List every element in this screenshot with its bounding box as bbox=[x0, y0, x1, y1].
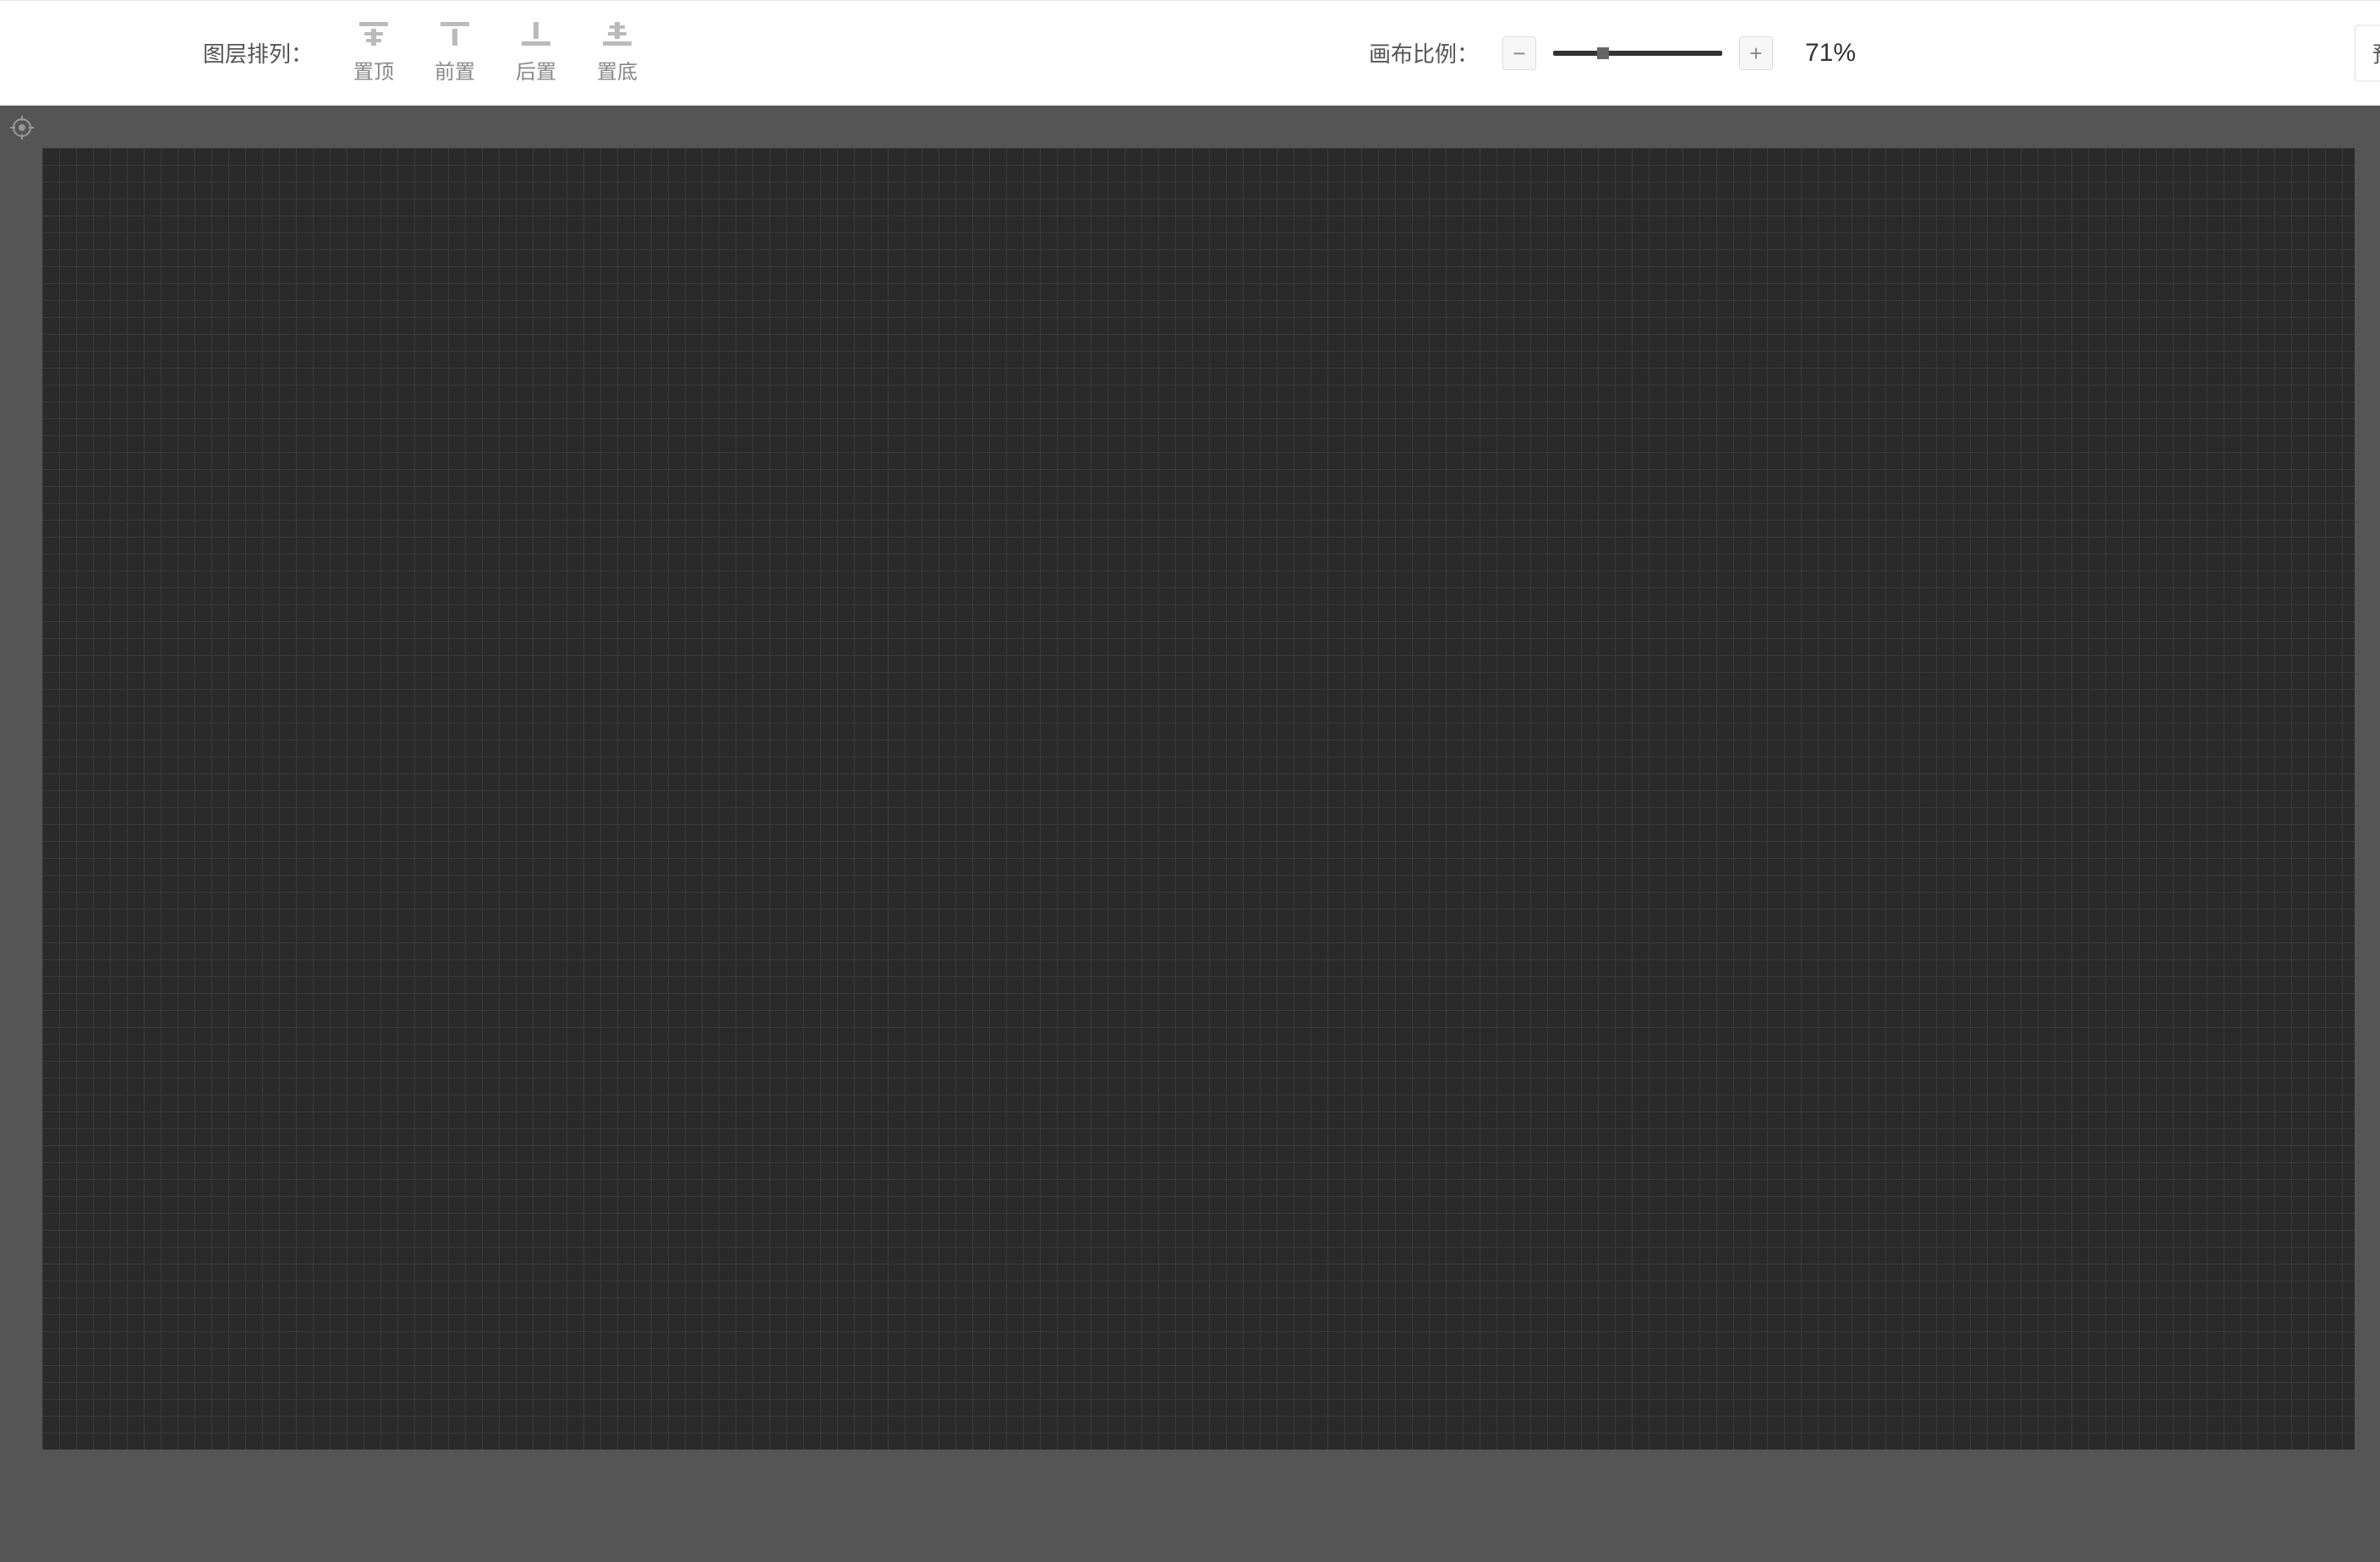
preview-button-label: 预 bbox=[2372, 41, 2380, 67]
zoom-section: 画布比例： − + 71% bbox=[1369, 36, 1856, 70]
zoom-slider-handle[interactable] bbox=[1597, 47, 1609, 59]
zoom-value: 71% bbox=[1805, 39, 1856, 68]
bring-forward-icon bbox=[440, 21, 470, 46]
send-to-bottom-button[interactable]: 置底 bbox=[588, 18, 646, 88]
canvas[interactable] bbox=[42, 148, 2355, 1450]
toolbar: 图层排列： 置顶 前置 bbox=[0, 0, 2380, 106]
zoom-out-button[interactable]: − bbox=[1502, 36, 1536, 70]
bring-to-top-button[interactable]: 置顶 bbox=[345, 18, 402, 88]
bring-forward-button[interactable]: 前置 bbox=[426, 18, 484, 88]
zoom-in-button[interactable]: + bbox=[1739, 36, 1773, 70]
send-to-bottom-icon bbox=[602, 21, 632, 46]
send-to-bottom-label: 置底 bbox=[597, 55, 637, 85]
plus-icon: + bbox=[1749, 42, 1762, 64]
layer-arrange-label: 图层排列： bbox=[203, 37, 313, 68]
bring-to-top-label: 置顶 bbox=[353, 55, 394, 85]
target-icon bbox=[10, 116, 34, 139]
send-backward-icon bbox=[521, 21, 551, 46]
zoom-slider[interactable] bbox=[1553, 51, 1722, 56]
layer-arrange-section: 图层排列： 置顶 前置 bbox=[203, 18, 646, 88]
canvas-area bbox=[0, 106, 2380, 1562]
send-backward-label: 后置 bbox=[516, 55, 556, 85]
bring-forward-label: 前置 bbox=[435, 55, 475, 85]
send-backward-button[interactable]: 后置 bbox=[507, 18, 565, 88]
canvas-origin-toggle[interactable] bbox=[7, 112, 37, 143]
preview-button[interactable]: 预 bbox=[2355, 25, 2380, 81]
minus-icon: − bbox=[1513, 42, 1525, 64]
bring-to-top-icon bbox=[358, 21, 389, 46]
zoom-label: 画布比例： bbox=[1369, 37, 1479, 68]
